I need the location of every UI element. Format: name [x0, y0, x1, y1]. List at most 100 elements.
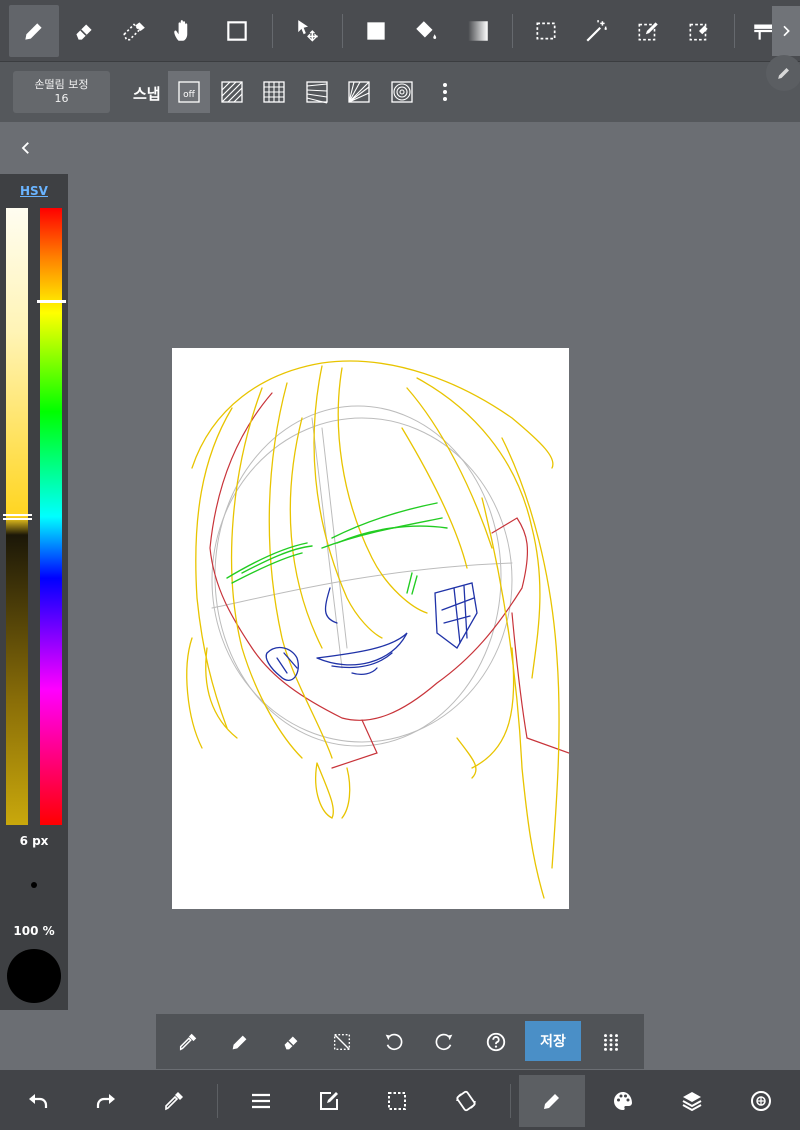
stabilizer-button[interactable]: 손떨림 보정 16 — [13, 71, 110, 113]
rotate-canvas-button[interactable] — [433, 1075, 499, 1127]
select-pen-tool-button[interactable] — [623, 5, 673, 57]
snap-off-text: off — [183, 90, 196, 100]
color-panel: HSV 6 px 100 % — [0, 174, 68, 1010]
sketch-artwork — [186, 360, 569, 899]
main-menu-button[interactable] — [228, 1075, 294, 1127]
selection-button[interactable] — [364, 1075, 430, 1127]
toolbar-divider — [342, 14, 343, 48]
parallel-snap-icon — [221, 81, 243, 103]
snap-radial-button[interactable] — [338, 71, 380, 113]
quick-grid-menu-button[interactable] — [591, 1022, 631, 1062]
blur-eraser-tool-button[interactable] — [109, 5, 159, 57]
move-tool-button[interactable] — [283, 5, 333, 57]
fill-rect-tool-button[interactable] — [351, 5, 401, 57]
save-button[interactable]: 저장 — [525, 1021, 581, 1061]
eraser-icon — [76, 24, 92, 40]
quick-toolbar: 저장 — [156, 1014, 644, 1069]
gradient-tool-button[interactable] — [453, 5, 503, 57]
snap-grid-button[interactable] — [253, 71, 295, 113]
pencil-icon — [778, 68, 789, 79]
snap-perspective-button[interactable] — [296, 71, 338, 113]
paint-bucket-icon — [416, 21, 437, 40]
color-palette-button[interactable] — [590, 1075, 656, 1127]
color-mode-toggle[interactable]: HSV — [0, 184, 68, 198]
more-options-button[interactable] — [432, 74, 458, 110]
bottom-divider — [217, 1084, 218, 1118]
select-eraser-tool-button[interactable] — [674, 5, 724, 57]
snap-off-icon: off — [178, 81, 200, 103]
menu-icon — [252, 1093, 270, 1109]
move-cursor-icon — [298, 20, 318, 42]
redo-icon — [96, 1094, 115, 1108]
hue-slider-handle[interactable] — [37, 299, 66, 303]
toolbar-divider — [512, 14, 513, 48]
brush-tool-button[interactable] — [9, 5, 59, 57]
pen-mode-button[interactable] — [766, 55, 800, 91]
stabilizer-label: 손떨림 보정 — [34, 78, 89, 91]
sketch-mouth — [265, 582, 478, 681]
shape-tool-button[interactable] — [212, 5, 262, 57]
select-rect-tool-button[interactable] — [521, 5, 571, 57]
rotate-canvas-icon — [456, 1090, 476, 1112]
brush-size-label[interactable]: 6 px — [0, 834, 68, 848]
redo-button[interactable] — [73, 1075, 139, 1127]
gradient-icon — [468, 21, 488, 41]
bottom-toolbar — [0, 1070, 800, 1130]
brush-icon — [544, 1094, 559, 1109]
snap-parallel-button[interactable] — [211, 71, 253, 113]
brush-panel-button[interactable] — [519, 1075, 585, 1127]
deselect-icon — [333, 1033, 351, 1051]
current-color-swatch[interactable] — [7, 949, 61, 1003]
dotted-eraser-icon — [123, 22, 145, 41]
help-icon — [486, 1032, 506, 1052]
brush-size-preview — [31, 882, 37, 888]
sketch-guide-lines — [211, 405, 513, 747]
quick-eyedropper-button[interactable] — [168, 1022, 208, 1062]
eyedropper-icon — [165, 1092, 183, 1111]
layers-icon — [682, 1092, 702, 1112]
circle-snap-icon — [391, 81, 413, 103]
hand-icon — [174, 20, 188, 41]
bucket-tool-button[interactable] — [401, 5, 451, 57]
undo-rotate-icon — [385, 1033, 403, 1051]
quick-pencil-button[interactable] — [220, 1022, 260, 1062]
stabilizer-value: 16 — [54, 92, 69, 105]
undo-icon — [29, 1094, 48, 1108]
select-pen-icon — [638, 22, 658, 41]
quick-deselect-button[interactable] — [322, 1022, 362, 1062]
toolbar-scroll-button[interactable] — [772, 6, 800, 56]
opacity-label[interactable]: 100 % — [0, 924, 68, 938]
sketch-face-outline — [209, 392, 569, 769]
quick-help-button[interactable] — [476, 1022, 516, 1062]
material-button[interactable] — [728, 1075, 794, 1127]
snap-circle-button[interactable] — [381, 71, 423, 113]
quick-rotate-right-button[interactable] — [425, 1022, 465, 1062]
quick-eraser-button[interactable] — [271, 1022, 311, 1062]
redo-rotate-icon — [435, 1033, 453, 1051]
more-vertical-icon — [443, 83, 447, 101]
pencil-icon — [232, 1035, 247, 1050]
pencil-icon — [25, 23, 42, 40]
sub-toolbar: 손떨림 보정 16 스냅 off — [0, 62, 800, 122]
toolbar-divider — [734, 14, 735, 48]
magic-wand-tool-button[interactable] — [572, 5, 622, 57]
eyedropper-button[interactable] — [141, 1075, 207, 1127]
toolbar-divider — [272, 14, 273, 48]
collapse-panel-button[interactable] — [12, 134, 40, 162]
drawing-canvas[interactable] — [172, 348, 569, 909]
layers-button[interactable] — [659, 1075, 725, 1127]
grid-dots-icon — [604, 1034, 618, 1051]
chevron-right-icon — [783, 25, 790, 37]
radial-snap-icon — [348, 81, 370, 103]
hand-tool-button[interactable] — [159, 5, 209, 57]
brightness-slider-handle[interactable] — [3, 513, 32, 520]
sketch-eyes — [226, 502, 448, 595]
eraser-tool-button[interactable] — [59, 5, 109, 57]
snap-off-button[interactable]: off — [168, 71, 210, 113]
chevron-left-icon — [21, 142, 29, 154]
material-icon — [751, 1091, 771, 1111]
edit-button[interactable] — [296, 1075, 362, 1127]
quick-rotate-left-button[interactable] — [373, 1022, 413, 1062]
magic-wand-icon — [586, 20, 607, 42]
undo-button[interactable] — [5, 1075, 71, 1127]
